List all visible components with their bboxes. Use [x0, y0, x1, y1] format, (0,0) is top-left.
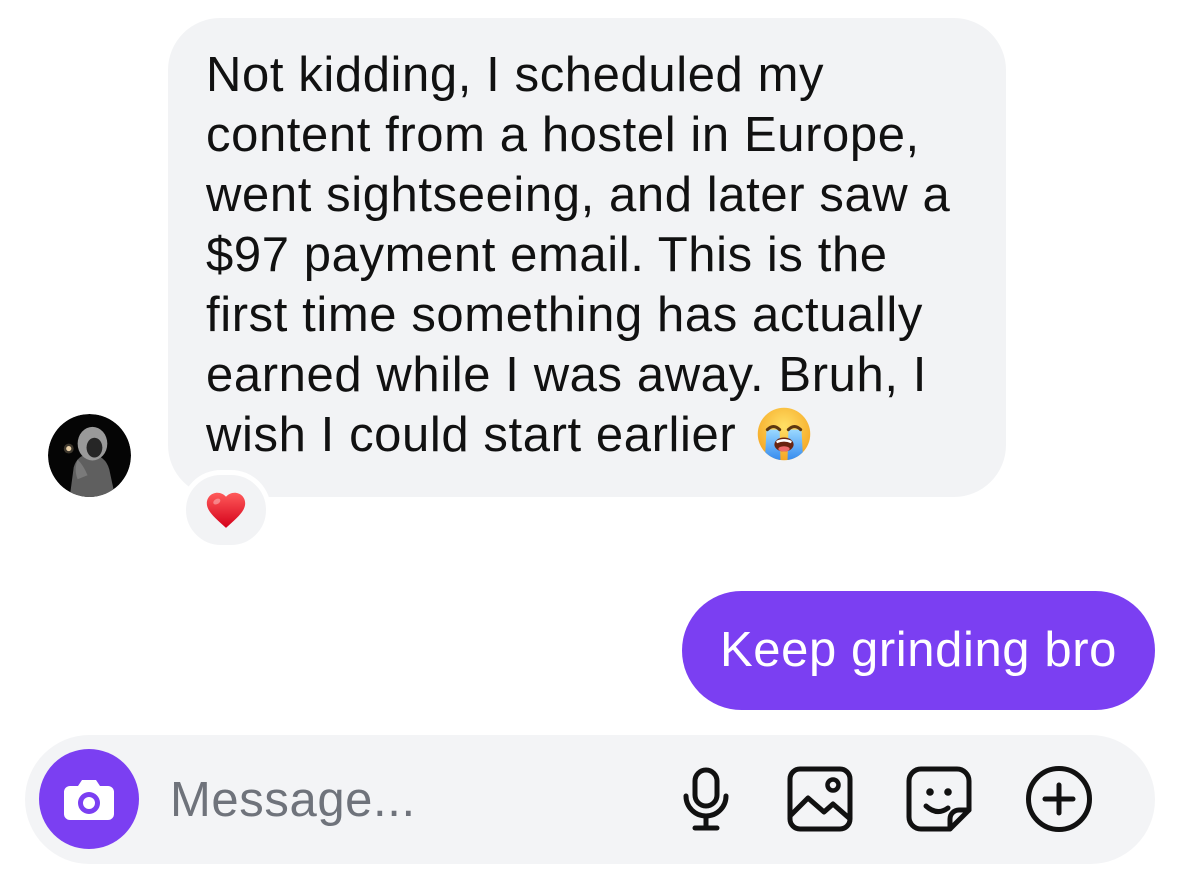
message-text-line: content from a hostel in Europe,	[206, 108, 920, 162]
message-input[interactable]	[170, 735, 650, 864]
microphone-icon	[683, 767, 729, 831]
message-text-line: $97 payment email. This is the	[206, 228, 888, 282]
more-options-button[interactable]	[1025, 765, 1093, 833]
voice-message-button[interactable]	[681, 767, 731, 831]
outgoing-message-bubble[interactable]: Keep grinding bro	[681, 591, 1155, 710]
message-text-line: went sightseeing, and later saw a	[206, 168, 951, 222]
sender-avatar[interactable]	[48, 414, 131, 497]
image-icon	[787, 766, 853, 832]
avatar-photo	[48, 414, 131, 497]
incoming-message-bubble[interactable]: Not kidding, I scheduled my content from…	[168, 18, 1006, 497]
message-text-line: wish I could start earlier	[206, 408, 737, 462]
loudly-crying-face-emoji-icon	[758, 407, 811, 461]
message-composer	[25, 735, 1155, 864]
sticker-icon	[906, 766, 972, 832]
sticker-button[interactable]	[906, 766, 972, 832]
message-text-line: Not kidding, I scheduled my	[206, 48, 825, 102]
outgoing-message-text: Keep grinding bro	[719, 623, 1117, 677]
heart-reaction[interactable]	[181, 470, 271, 550]
message-text-line: earned while I was away. Bruh, I	[206, 348, 927, 402]
camera-icon	[64, 780, 114, 820]
gallery-button[interactable]	[787, 766, 853, 832]
dm-thread-screen: Not kidding, I scheduled my content from…	[0, 0, 1179, 890]
message-text-line: first time something has actually	[206, 288, 923, 342]
message-text-line-last: wish I could start earlier	[206, 405, 976, 465]
plus-circle-icon	[1026, 766, 1092, 832]
red-heart-icon	[206, 492, 246, 528]
camera-button[interactable]	[39, 749, 139, 849]
